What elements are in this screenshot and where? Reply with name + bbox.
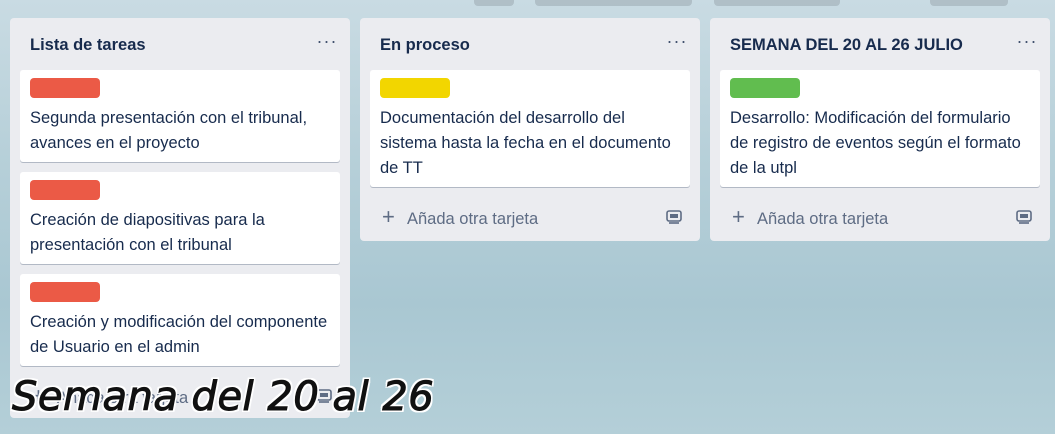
plus-icon: +	[732, 204, 745, 229]
list-title[interactable]: Lista de tareas	[30, 36, 146, 55]
card-label-yellow[interactable]	[380, 78, 450, 98]
overlay-caption: Semana del 20 al 26	[11, 374, 435, 421]
card-label-green[interactable]	[730, 78, 800, 98]
card[interactable]: Documentación del desarrollo del sistema…	[370, 70, 690, 187]
list-semana-del-20-al-26-julio: SEMANA DEL 20 AL 26 JULIO ··· Desarrollo…	[710, 18, 1050, 241]
card-title: Documentación del desarrollo del sistema…	[380, 109, 671, 177]
list-title[interactable]: SEMANA DEL 20 AL 26 JULIO	[730, 36, 963, 55]
card[interactable]: Desarrollo: Modificación del formulario …	[720, 70, 1040, 187]
plus-icon: +	[382, 204, 395, 229]
list-en-proceso: En proceso ··· Documentación del desarro…	[360, 18, 700, 241]
board-header-strip	[0, 0, 1055, 8]
card-title: Desarrollo: Modificación del formulario …	[730, 109, 1021, 177]
card-template-icon[interactable]	[666, 210, 682, 229]
card-label-red[interactable]	[30, 282, 100, 302]
add-card-button[interactable]: + Añada otra tarjeta	[710, 197, 1050, 239]
card-title: Creación y modificación del componente d…	[30, 313, 328, 356]
card-template-icon[interactable]	[1016, 210, 1032, 229]
header-button[interactable]	[714, 0, 840, 6]
list-lista-de-tareas: Lista de tareas ··· Segunda presentación…	[10, 18, 350, 418]
card-label-red[interactable]	[30, 78, 100, 98]
card-label-red[interactable]	[30, 180, 100, 200]
list-header: En proceso ···	[360, 18, 700, 70]
card[interactable]: Creación y modificación del componente d…	[20, 274, 340, 366]
list-menu-ellipsis-icon[interactable]: ···	[664, 32, 690, 54]
card-title: Segunda presentación con el tribunal, av…	[30, 109, 308, 152]
add-card-button[interactable]: + Añada otra tarjeta	[360, 197, 700, 239]
card[interactable]: Creación de diapositivas para la present…	[20, 172, 340, 264]
list-menu-ellipsis-icon[interactable]: ···	[1014, 32, 1040, 54]
add-card-label: Añada otra tarjeta	[757, 210, 889, 228]
header-button[interactable]	[474, 0, 514, 6]
list-title[interactable]: En proceso	[380, 36, 470, 55]
add-card-label: Añada otra tarjeta	[407, 210, 539, 228]
header-button[interactable]	[930, 0, 1008, 6]
list-header: SEMANA DEL 20 AL 26 JULIO ···	[710, 18, 1050, 70]
list-menu-ellipsis-icon[interactable]: ···	[314, 32, 340, 54]
card[interactable]: Segunda presentación con el tribunal, av…	[20, 70, 340, 162]
card-title: Creación de diapositivas para la present…	[30, 211, 265, 254]
header-button[interactable]	[535, 0, 692, 6]
list-header: Lista de tareas ···	[10, 18, 350, 70]
